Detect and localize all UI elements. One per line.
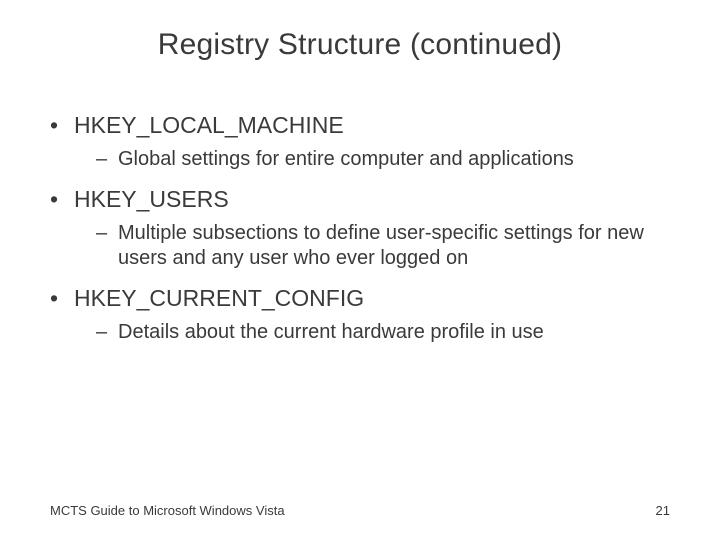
sub-bullet-item: – Global settings for entire computer an… — [96, 147, 670, 172]
footer: MCTS Guide to Microsoft Windows Vista 21 — [50, 503, 670, 518]
bullet-dot-icon: • — [50, 186, 74, 213]
sub-bullet-text: Details about the current hardware profi… — [118, 320, 544, 345]
content-area: • HKEY_LOCAL_MACHINE – Global settings f… — [0, 82, 720, 345]
bullet-item: • HKEY_CURRENT_CONFIG — [50, 285, 670, 312]
bullet-dot-icon: • — [50, 285, 74, 312]
bullet-label: HKEY_USERS — [74, 186, 229, 213]
sub-bullet-text: Multiple subsections to define user-spec… — [118, 221, 670, 271]
dash-icon: – — [96, 147, 118, 172]
bullet-dot-icon: • — [50, 112, 74, 139]
page-number: 21 — [656, 503, 670, 518]
dash-icon: – — [96, 221, 118, 246]
sub-bullet-item: – Multiple subsections to define user-sp… — [96, 221, 670, 271]
page-title: Registry Structure (continued) — [0, 0, 720, 82]
bullet-item: • HKEY_LOCAL_MACHINE — [50, 112, 670, 139]
slide: Registry Structure (continued) • HKEY_LO… — [0, 0, 720, 540]
bullet-item: • HKEY_USERS — [50, 186, 670, 213]
sub-bullet-text: Global settings for entire computer and … — [118, 147, 574, 172]
sub-bullet-item: – Details about the current hardware pro… — [96, 320, 670, 345]
dash-icon: – — [96, 320, 118, 345]
footer-left: MCTS Guide to Microsoft Windows Vista — [50, 503, 285, 518]
bullet-label: HKEY_CURRENT_CONFIG — [74, 285, 364, 312]
bullet-label: HKEY_LOCAL_MACHINE — [74, 112, 344, 139]
